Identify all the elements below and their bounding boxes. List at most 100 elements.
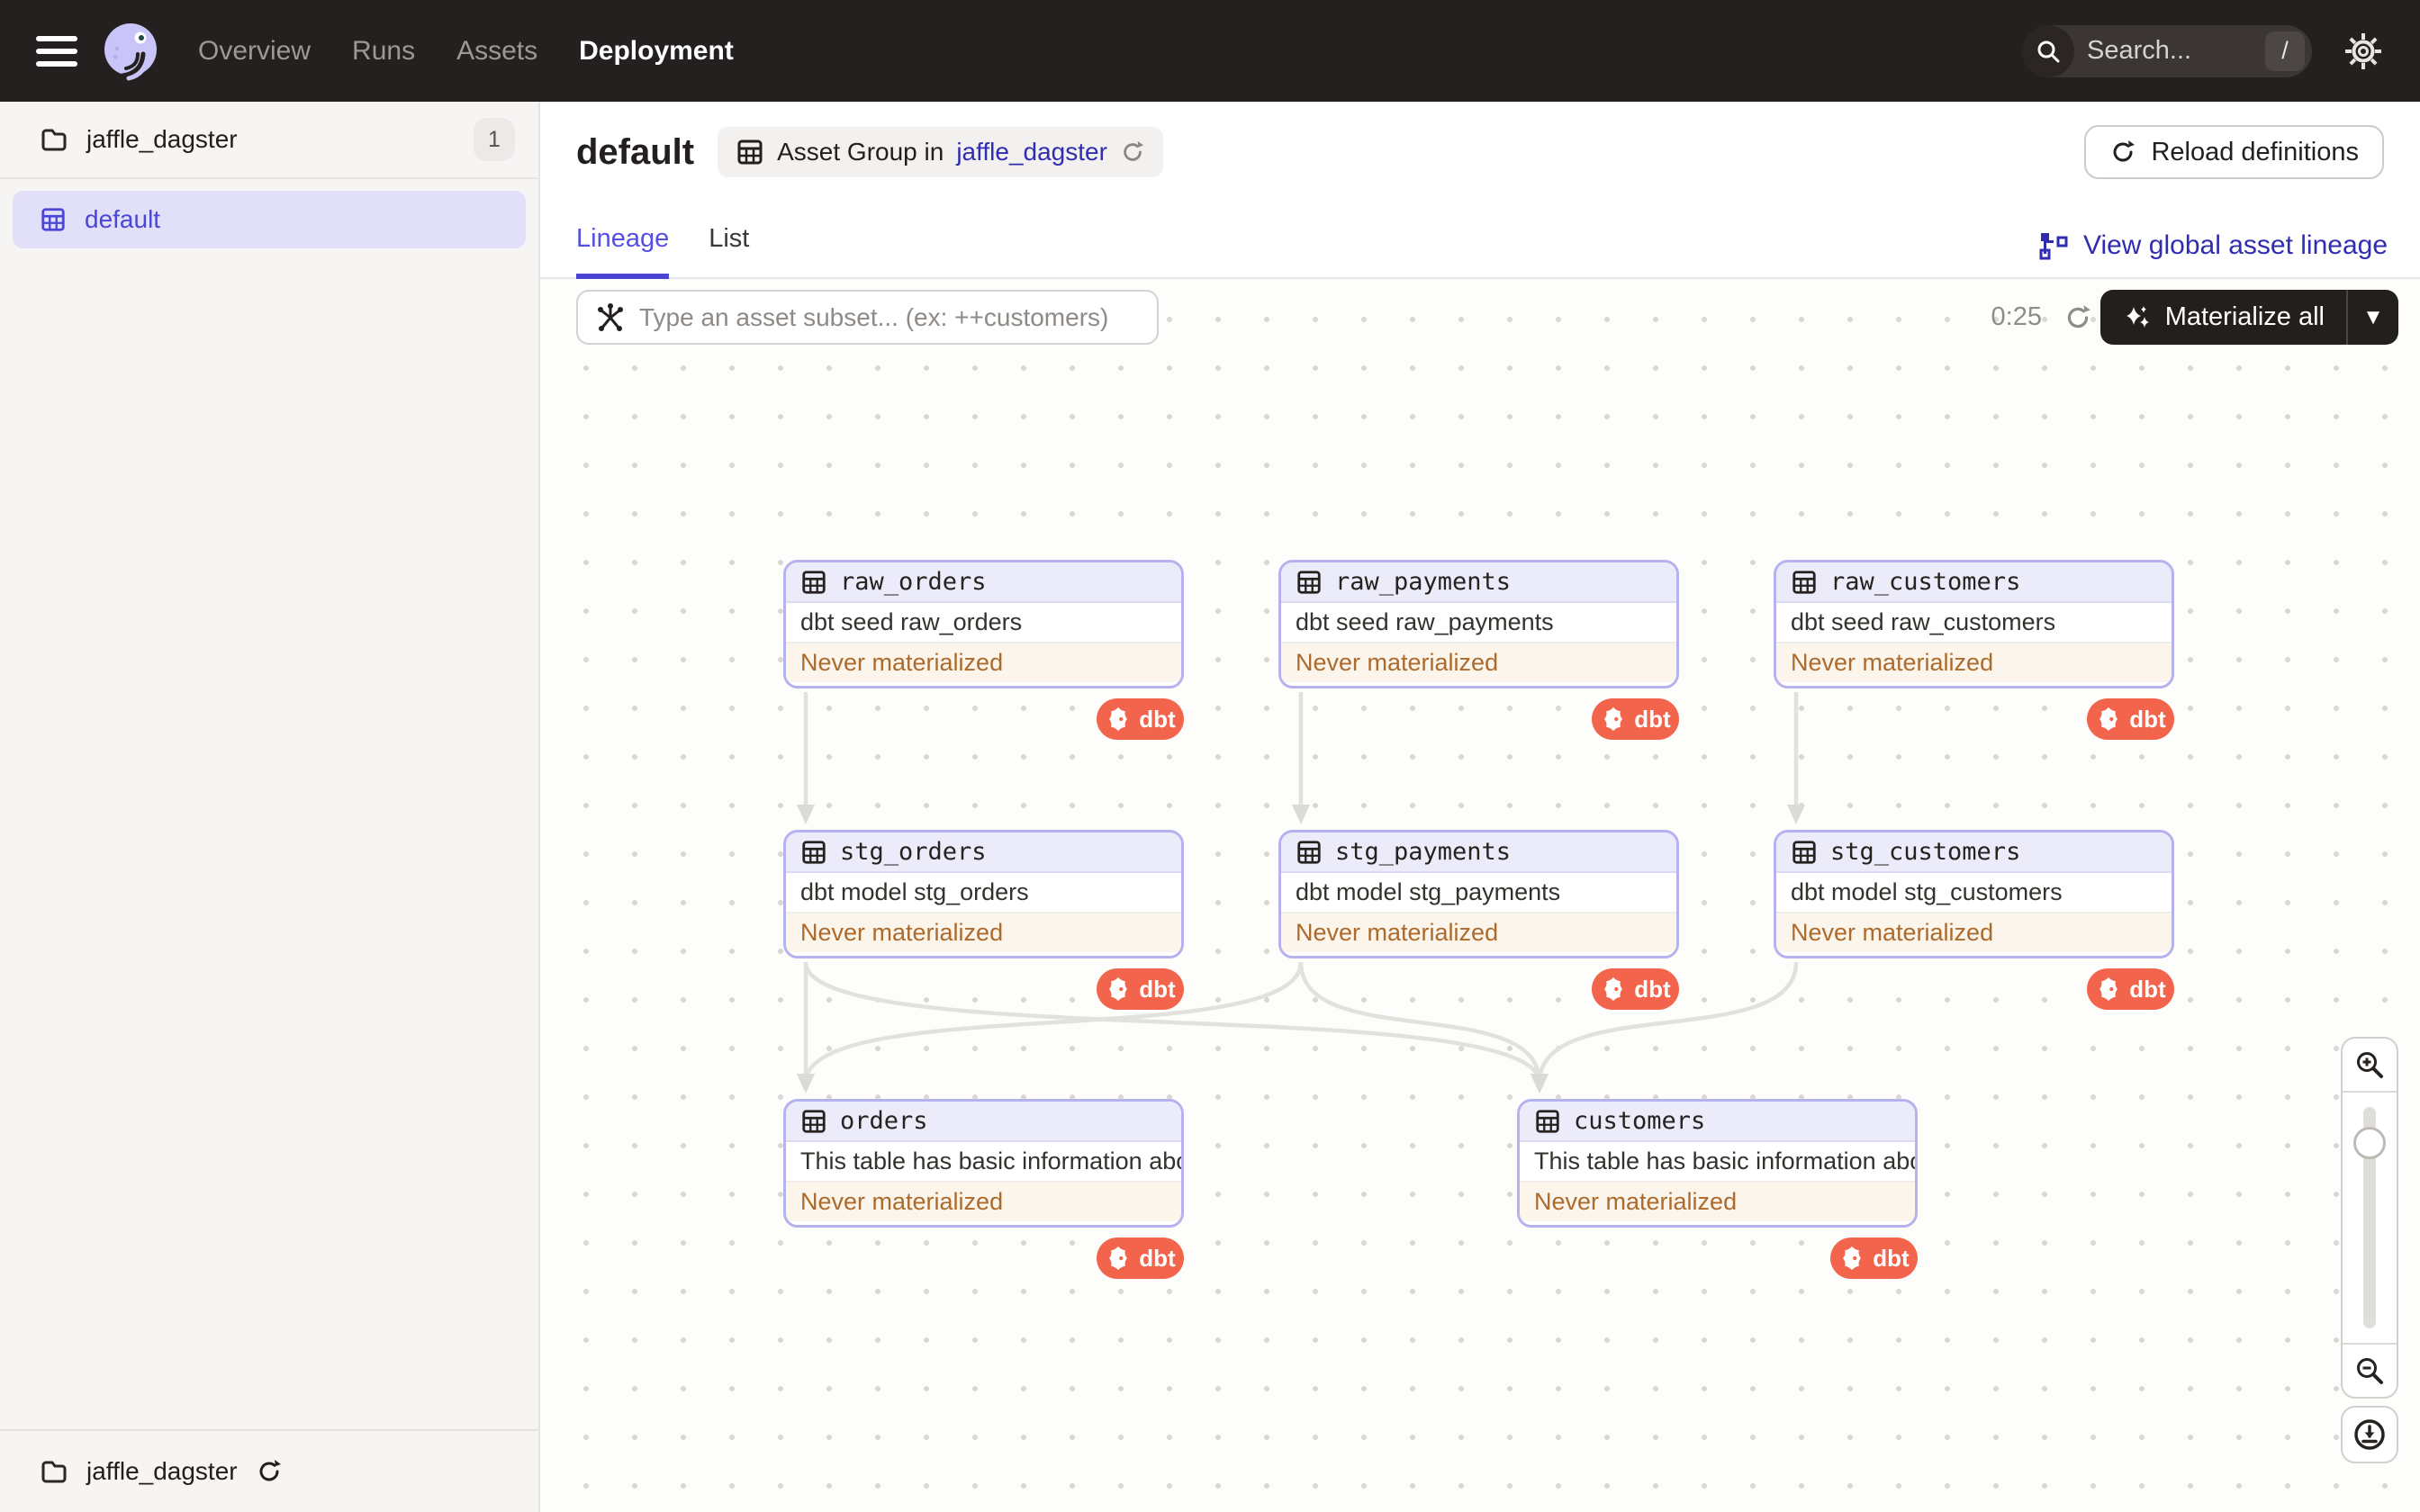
dbt-badge-raw_orders[interactable]: dbt: [1097, 698, 1184, 740]
asset-node-stg_payments[interactable]: stg_payments dbt model stg_payments Never …: [1278, 830, 1679, 958]
asset-group-icon: [41, 208, 65, 231]
materialize-all-button[interactable]: Materialize all ▼: [2099, 290, 2398, 345]
refresh-graph-icon[interactable]: [2063, 303, 2092, 332]
asset-node-raw_customers[interactable]: raw_customersdbt seed raw_customers Never…: [1774, 560, 2174, 688]
global-search[interactable]: /: [2022, 24, 2312, 77]
dbt-badge-stg_payments[interactable]: dbt: [1592, 968, 1679, 1010]
asset-name: stg_customers: [1830, 838, 2021, 866]
dbt-logo-icon: [1105, 976, 1132, 1003]
asset-description: dbt model stg_payments: [1281, 873, 1676, 914]
table-icon: [1296, 839, 1323, 866]
reload-icon: [2114, 140, 2136, 162]
asset-description: dbt seed raw_payments: [1281, 603, 1676, 644]
asset-name: stg_payments: [1335, 838, 1512, 866]
project-name: jaffle_dagster: [86, 125, 238, 153]
asset-node-orders[interactable]: orders This table has basic information a…: [783, 1099, 1184, 1228]
asset-status: Never materialized: [1776, 644, 2172, 682]
dbt-badge-label: dbt: [1139, 705, 1176, 733]
nav-item-runs[interactable]: Runs: [352, 36, 415, 67]
asset-description: This table has basic information about .…: [1520, 1142, 1915, 1183]
materialize-all-label: Materialize all: [2164, 302, 2325, 331]
asset-node-header: raw_orders: [786, 562, 1181, 603]
dbt-badge-label: dbt: [2129, 705, 2166, 733]
zoom-slider-handle[interactable]: [2353, 1127, 2386, 1159]
lineage-graph-canvas[interactable]: raw_ordersdbt seed raw_orders Never mater…: [540, 279, 2420, 1512]
asset-description: dbt model stg_orders: [786, 873, 1181, 914]
lineage-icon: [2039, 233, 2068, 260]
group-count-badge: 1: [474, 118, 515, 161]
dbt-badge-stg_orders[interactable]: dbt: [1097, 968, 1184, 1010]
reload-definitions-button[interactable]: Reload definitions: [2084, 125, 2384, 179]
dbt-badge-raw_payments[interactable]: dbt: [1592, 698, 1679, 740]
sidebar-project-row[interactable]: jaffle_dagster 1: [0, 102, 538, 179]
refresh-icon[interactable]: [1120, 140, 1145, 165]
nav-item-assets[interactable]: Assets: [456, 36, 537, 67]
recenter-view-button[interactable]: [2341, 1406, 2398, 1463]
edge-stg_payments-to-customers: [1298, 961, 1549, 1094]
footer-project-name: jaffle_dagster: [86, 1457, 238, 1485]
asset-name: orders: [840, 1107, 928, 1135]
dbt-badge-customers[interactable]: dbt: [1830, 1238, 1918, 1279]
asset-name: raw_orders: [840, 568, 987, 596]
zoom-controls: [2341, 1037, 2398, 1399]
asset-subset-input[interactable]: [639, 302, 1125, 332]
tab-lineage[interactable]: Lineage: [576, 224, 670, 279]
hamburger-menu-icon[interactable]: [36, 35, 77, 67]
asset-group-icon: [737, 140, 763, 165]
search-input[interactable]: [2087, 36, 2240, 66]
view-global-asset-lineage-label: View global asset lineage: [2082, 230, 2388, 260]
asset-node-customers[interactable]: customers This table has basic informatio…: [1517, 1099, 1918, 1228]
nav-item-deployment[interactable]: Deployment: [579, 36, 734, 67]
tab-list[interactable]: List: [709, 224, 749, 279]
asset-subset-filter[interactable]: [576, 290, 1159, 345]
asset-group-badge-text: Asset Group in: [777, 138, 944, 166]
reload-definitions-label: Reload definitions: [2151, 137, 2359, 166]
view-global-asset-lineage-link[interactable]: View global asset lineage: [2038, 230, 2388, 261]
table-icon: [1791, 839, 1818, 866]
refresh-icon[interactable]: [256, 1458, 283, 1485]
dbt-logo-icon: [1105, 706, 1132, 733]
asset-node-stg_customers[interactable]: stg_customers dbt model stg_customers Neve…: [1774, 830, 2174, 958]
folder-icon: [41, 1461, 67, 1483]
table-icon: [800, 1108, 827, 1135]
asset-description: dbt model stg_customers: [1776, 873, 2172, 914]
sidebar-footer[interactable]: jaffle_dagster: [0, 1429, 538, 1512]
zoom-out-button[interactable]: [2343, 1345, 2397, 1397]
asset-node-header: stg_payments: [1281, 832, 1676, 873]
nav-item-overview[interactable]: Overview: [198, 36, 311, 67]
asset-name: raw_customers: [1830, 568, 2021, 596]
asset-group-project-link[interactable]: jaffle_dagster: [956, 138, 1107, 166]
asset-description: dbt seed raw_orders: [786, 603, 1181, 644]
page-header: default Asset Group in jaffle_dagster Re…: [540, 102, 2420, 279]
asset-node-header: customers: [1520, 1102, 1915, 1142]
asset-node-header: raw_payments: [1281, 562, 1676, 603]
asset-node-stg_orders[interactable]: stg_ordersdbt model stg_orders Never mate…: [783, 830, 1184, 958]
asset-description: This table has basic information about .…: [786, 1142, 1181, 1183]
table-icon: [800, 839, 827, 866]
sidebar-item-default[interactable]: default: [13, 191, 526, 248]
dbt-badge-orders[interactable]: dbt: [1097, 1238, 1184, 1279]
asset-node-raw_orders[interactable]: raw_orders dbt seed raw_orders Never mater…: [783, 560, 1184, 688]
dbt-badge-raw_customers[interactable]: dbt: [2087, 698, 2174, 740]
asset-graph-filter-icon: [598, 302, 623, 331]
asset-node-raw_payments[interactable]: raw_payments dbt seed raw_payments Never m…: [1278, 560, 1679, 688]
dbt-badge-label: dbt: [1634, 705, 1671, 733]
asset-status: Never materialized: [786, 914, 1181, 952]
asset-name: stg_orders: [840, 838, 987, 866]
dbt-logo-icon: [2095, 706, 2122, 733]
asset-status: Never materialized: [786, 1183, 1181, 1221]
table-icon: [1791, 569, 1818, 596]
materialize-options-caret[interactable]: ▼: [2348, 305, 2398, 330]
sidebar: jaffle_dagster 1 default jaffle_dagster: [0, 102, 540, 1512]
asset-description: dbt seed raw_customers: [1776, 603, 2172, 644]
dagster-logo-icon[interactable]: [101, 22, 160, 81]
asset-node-header: raw_customers: [1776, 562, 2172, 603]
table-icon: [1534, 1108, 1561, 1135]
nav-links: Overview Runs Assets Deployment: [198, 36, 734, 67]
settings-gear-icon[interactable]: [2343, 31, 2384, 72]
zoom-slider[interactable]: [2343, 1091, 2397, 1345]
asset-node-header: stg_customers: [1776, 832, 2172, 873]
view-tabs: Lineage List: [576, 224, 749, 279]
zoom-in-button[interactable]: [2343, 1039, 2397, 1091]
dbt-badge-stg_customers[interactable]: dbt: [2087, 968, 2174, 1010]
